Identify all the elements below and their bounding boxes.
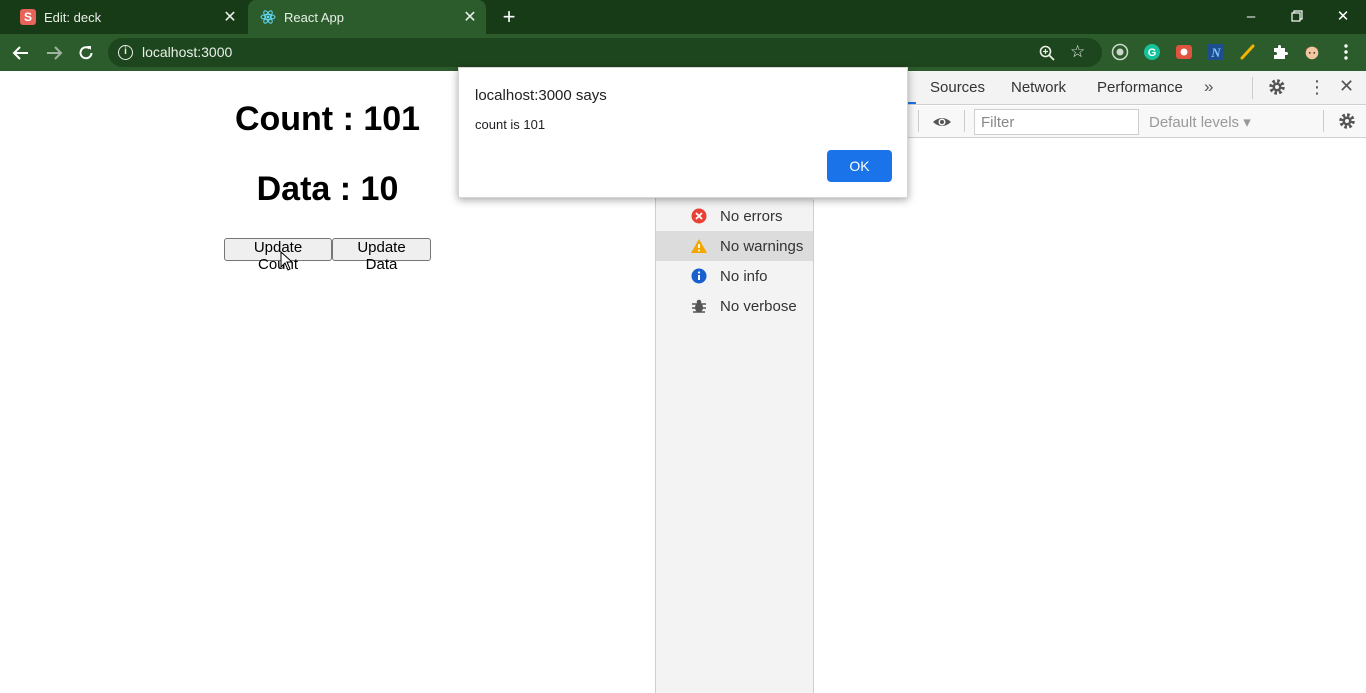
sidebar-item-label: No errors — [720, 207, 783, 225]
highlighter-icon[interactable] — [1239, 43, 1257, 61]
settings-gear-icon[interactable] — [1268, 78, 1286, 96]
close-tab-icon[interactable]: ✕ — [462, 9, 478, 26]
tab-strip: S Edit: deck ✕ React App ✕ + – ✕ — [0, 0, 1366, 34]
dialog-title: localhost:3000 says — [475, 87, 607, 104]
divider — [1252, 77, 1253, 99]
extension-n-icon[interactable]: N — [1207, 43, 1225, 61]
console-settings-gear-icon[interactable] — [1338, 112, 1356, 130]
dialog-message: count is 101 — [475, 117, 546, 132]
tab-network[interactable]: Network — [1011, 79, 1066, 96]
url-text: localhost:3000 — [142, 44, 233, 60]
extension-target-icon[interactable] — [1111, 43, 1129, 61]
alert-dialog: localhost:3000 says count is 101 OK — [458, 67, 908, 198]
profile-avatar-icon[interactable] — [1303, 43, 1321, 61]
tab-edit-deck[interactable]: S Edit: deck ✕ — [8, 0, 246, 34]
svg-text:G: G — [1148, 47, 1157, 59]
sidebar-item-label: No warnings — [720, 237, 804, 255]
reload-icon[interactable] — [74, 41, 98, 65]
back-arrow-icon[interactable] — [9, 41, 33, 65]
site-info-icon[interactable]: i — [118, 45, 133, 60]
update-data-button[interactable]: Update Data — [332, 238, 431, 273]
divider — [964, 110, 965, 132]
bug-icon — [690, 297, 708, 315]
close-tab-icon[interactable]: ✕ — [222, 9, 238, 26]
svg-text:N: N — [1210, 45, 1221, 60]
divider — [1323, 110, 1324, 132]
warning-icon — [690, 237, 708, 255]
bookmark-star-icon[interactable]: ☆ — [1070, 42, 1085, 62]
update-count-button[interactable]: Update Count — [224, 238, 332, 273]
extension-red-icon[interactable] — [1175, 43, 1193, 61]
restore-icon[interactable] — [1282, 4, 1312, 28]
devtools-menu-icon[interactable]: ⋮ — [1308, 77, 1326, 97]
forward-arrow-icon[interactable] — [42, 41, 66, 65]
grammarly-icon[interactable]: G — [1143, 43, 1161, 61]
minimize-icon[interactable]: – — [1236, 4, 1266, 28]
sidebar-item-errors[interactable]: No errors — [656, 201, 813, 231]
sidebar-item-info[interactable]: No info — [656, 261, 813, 291]
browser-menu-icon[interactable] — [1337, 43, 1355, 61]
tab-react-app[interactable]: React App ✕ — [248, 0, 486, 34]
log-levels-dropdown[interactable]: Default levels ▾ — [1149, 113, 1251, 131]
tab-title: Edit: deck — [44, 9, 102, 25]
tab-performance[interactable]: Performance — [1097, 79, 1183, 96]
mouse-cursor-icon — [280, 251, 294, 271]
close-window-icon[interactable]: ✕ — [1328, 4, 1358, 28]
browser-toolbar: i localhost:3000 ☆ G N — [0, 34, 1366, 71]
sidebar-item-warnings[interactable]: No warnings — [656, 231, 813, 261]
slides-favicon-icon: S — [20, 9, 36, 25]
tab-sources[interactable]: Sources — [930, 79, 985, 96]
sidebar-item-label: No info — [720, 267, 768, 285]
more-tabs-icon[interactable]: » — [1204, 77, 1213, 97]
sidebar-item-verbose[interactable]: No verbose — [656, 291, 813, 321]
tab-title: React App — [284, 9, 344, 25]
address-bar[interactable]: i localhost:3000 ☆ — [108, 38, 1102, 67]
info-icon — [690, 267, 708, 285]
divider — [918, 110, 919, 132]
react-favicon-icon — [260, 9, 276, 25]
error-icon — [690, 207, 708, 225]
new-tab-icon[interactable]: + — [498, 6, 520, 28]
eye-icon[interactable] — [932, 112, 952, 132]
ok-button[interactable]: OK — [827, 150, 892, 182]
close-devtools-icon[interactable]: ✕ — [1339, 76, 1354, 97]
extensions-puzzle-icon[interactable] — [1271, 43, 1289, 61]
zoom-icon[interactable] — [1038, 44, 1056, 62]
console-filter-input[interactable] — [974, 109, 1139, 135]
sidebar-item-label: No verbose — [720, 297, 797, 315]
console-sidebar: No errors No warnings No info No verbose — [656, 200, 814, 693]
